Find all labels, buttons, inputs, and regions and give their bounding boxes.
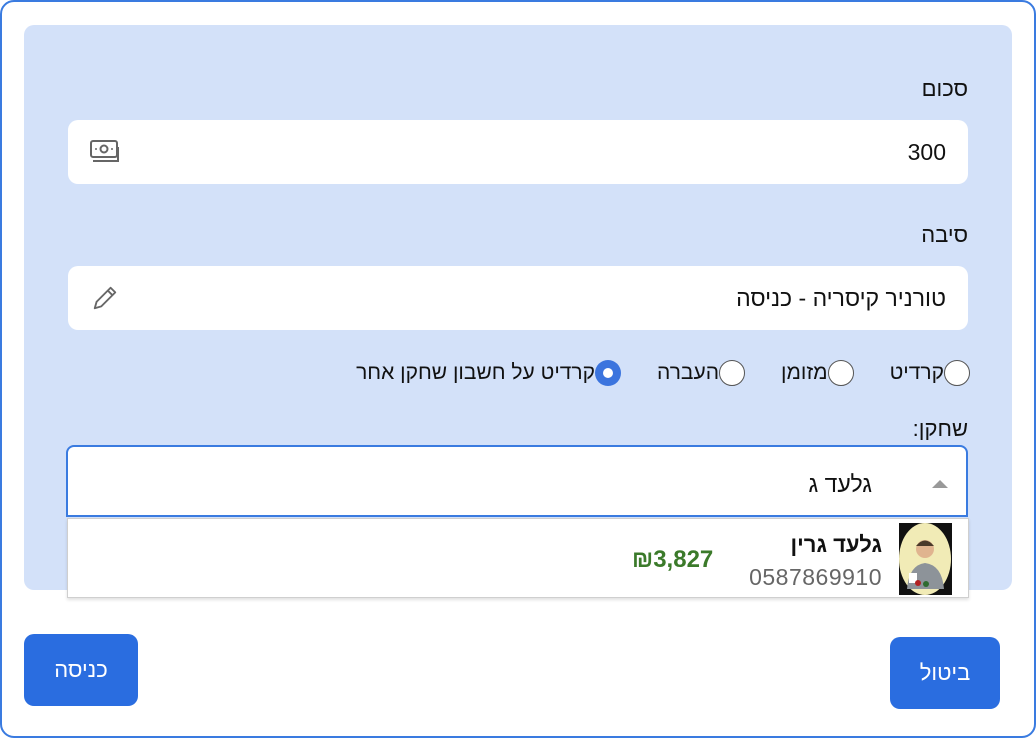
radio-dot[interactable]: [719, 360, 746, 386]
reason-field[interactable]: טורניר קיסריה - כניסה: [68, 266, 968, 330]
player-option[interactable]: גלעד גרין 0587869910 ₪3,827: [67, 518, 969, 598]
player-label: שחקן:: [912, 416, 968, 441]
cancel-button[interactable]: ביטול: [890, 637, 1000, 709]
radio-credit[interactable]: קרדיט: [890, 360, 970, 386]
radio-dot[interactable]: [944, 360, 970, 386]
player-name: גלעד גרין: [790, 532, 882, 557]
radio-label: קרדיט: [889, 361, 944, 384]
radio-label: העברה: [657, 361, 720, 384]
reason-label: סיבה: [921, 222, 968, 247]
radio-credit-other-player[interactable]: קרדיט על חשבון שחקן אחר: [356, 360, 622, 386]
payment-method-group: קרדיט מזומן העברה קרדיט על חשבון שחקן אח…: [320, 360, 970, 386]
radio-label: קרדיט על חשבון שחקן אחר: [356, 361, 596, 384]
player-select[interactable]: גלעד ג: [66, 445, 968, 517]
radio-dot-checked[interactable]: [595, 360, 622, 386]
avatar: [899, 523, 952, 595]
player-balance: ₪3,827: [632, 546, 714, 573]
radio-transfer[interactable]: העברה: [657, 360, 746, 386]
radio-label: מזומן: [781, 361, 828, 384]
submit-button[interactable]: כניסה: [24, 634, 138, 706]
amount-field[interactable]: 300: [68, 120, 968, 184]
player-phone: 0587869910: [749, 564, 882, 590]
radio-cash[interactable]: מזומן: [781, 360, 854, 386]
amount-label: סכום: [921, 76, 968, 101]
caret-up-icon[interactable]: [932, 480, 948, 488]
player-select-value: גלעד ג: [808, 471, 872, 497]
money-icon: [90, 140, 119, 162]
amount-value: 300: [907, 139, 946, 165]
reason-value: טורניר קיסריה - כניסה: [736, 285, 946, 311]
pencil-icon: [93, 286, 117, 310]
radio-dot[interactable]: [827, 360, 854, 386]
